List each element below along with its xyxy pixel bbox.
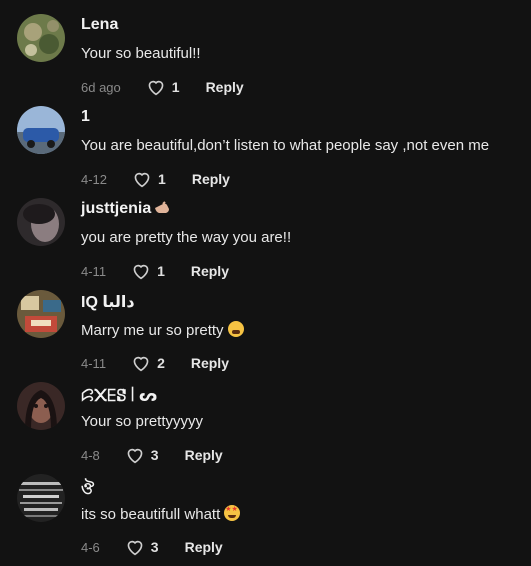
comment-meta: 4-6 3 Reply: [81, 538, 223, 556]
reply-button[interactable]: Reply: [206, 79, 244, 95]
avatar[interactable]: [17, 198, 65, 246]
comment-text: Your so prettyyyyy: [81, 413, 203, 430]
avatar-image: [17, 290, 65, 338]
comment-username[interactable]: ঔ: [81, 476, 94, 503]
comment-item: Lena Your so beautiful!! 6d ago 1 Reply: [0, 14, 531, 106]
comment-username[interactable]: Lena: [81, 16, 118, 34]
comment-text: its so beautifull whatt: [81, 505, 241, 523]
comment-username[interactable]: ꗱ᙭ꗋꗟ꒐ᔕ: [81, 384, 157, 406]
like-count: 1: [158, 171, 166, 187]
comment-text-body: Marry me ur so pretty: [81, 322, 224, 339]
avatar[interactable]: [17, 14, 65, 62]
heart-outline-icon: [134, 172, 150, 188]
comment-item: IQ دالبا Marry me ur so pretty 4-11 2 Re…: [0, 290, 531, 382]
comment-text: Your so beautiful!!: [81, 45, 201, 62]
heart-outline-icon: [127, 540, 143, 556]
like-count: 1: [171, 79, 180, 95]
avatar[interactable]: [17, 290, 65, 338]
comment-meta: 6d ago 1 Reply: [81, 78, 244, 96]
star-struck-emoji-icon: [224, 505, 241, 521]
avatar-image: [17, 198, 65, 246]
comment-item: justtjenia you are pretty the way you ar…: [0, 198, 531, 290]
like-count: 2: [157, 355, 165, 371]
reply-button[interactable]: Reply: [191, 263, 229, 279]
like-button[interactable]: 3: [125, 446, 159, 464]
comment-text: Marry me ur so pretty: [81, 321, 244, 339]
avatar[interactable]: [17, 382, 65, 430]
like-button[interactable]: 1: [132, 170, 166, 188]
comment-date: 4-11: [81, 355, 107, 371]
comment-item: ꗱ᙭ꗋꗟ꒐ᔕ Your so prettyyyyy 4-8 3 Reply: [0, 382, 531, 474]
comment-text-body: its so beautifull whatt: [81, 506, 221, 523]
like-button[interactable]: 2: [131, 354, 165, 372]
comment-meta: 4-8 3 Reply: [81, 446, 223, 464]
comment-item: 1 You are beautiful,don’t listen to what…: [0, 106, 531, 198]
avatar-image: [17, 106, 65, 154]
comment-text: you are pretty the way you are!!: [81, 229, 292, 246]
avatar[interactable]: [17, 474, 65, 522]
tired-face-emoji-icon: [227, 321, 244, 337]
comment-date: 4-12: [81, 171, 108, 187]
reply-button[interactable]: Reply: [191, 355, 229, 371]
like-button[interactable]: 1: [146, 78, 180, 96]
comment-username[interactable]: 1: [81, 108, 90, 126]
reply-button[interactable]: Reply: [192, 171, 230, 187]
comment-text: You are beautiful,don’t listen to what p…: [81, 137, 490, 154]
comment-username[interactable]: IQ دالبا: [81, 292, 135, 312]
heart-outline-icon: [133, 356, 149, 372]
comment-date: 6d ago: [81, 79, 121, 95]
heart-outline-icon: [127, 448, 143, 464]
avatar-image: [17, 474, 65, 522]
avatar-image: [17, 14, 65, 62]
comment-date: 4-8: [81, 447, 100, 463]
like-button[interactable]: 3: [125, 538, 159, 556]
reply-button[interactable]: Reply: [185, 447, 223, 463]
like-button[interactable]: 1: [131, 262, 165, 280]
comment-username[interactable]: justtjenia: [81, 200, 170, 218]
like-count: 1: [157, 263, 165, 279]
heart-outline-icon: [148, 80, 164, 96]
reply-button[interactable]: Reply: [185, 539, 223, 555]
comment-meta: 4-11 2 Reply: [81, 354, 229, 372]
comment-date: 4-6: [81, 539, 100, 555]
comment-meta: 4-11 1 Reply: [81, 262, 229, 280]
avatar-image: [17, 382, 65, 430]
comment-meta: 4-12 1 Reply: [81, 170, 230, 188]
waving-hand-icon: [155, 201, 170, 213]
heart-outline-icon: [133, 264, 149, 280]
like-count: 3: [150, 447, 159, 463]
comment-date: 4-11: [81, 263, 107, 279]
like-count: 3: [150, 539, 159, 555]
avatar[interactable]: [17, 106, 65, 154]
comment-item: ঔ its so beautifull whatt 4-6 3 Reply: [0, 474, 531, 566]
comment-username-text: justtjenia: [81, 200, 152, 217]
